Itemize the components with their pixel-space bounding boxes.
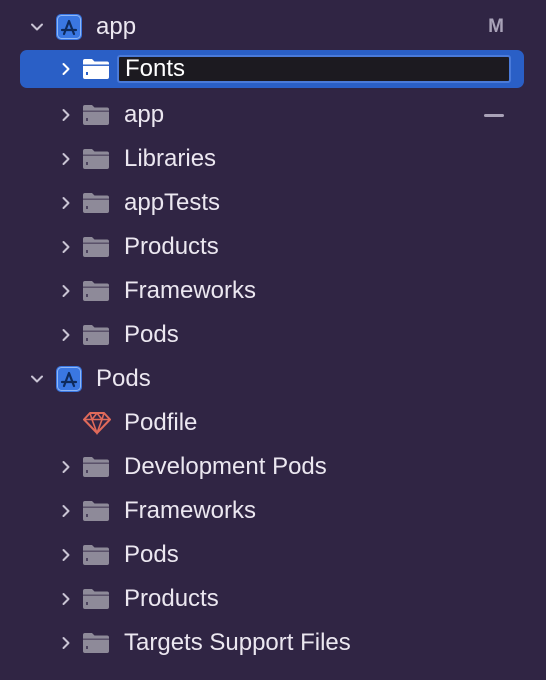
- tree-row-frameworks-group[interactable]: Frameworks: [0, 269, 546, 313]
- chevron-right-icon[interactable]: [55, 58, 77, 80]
- tree-row-label: Products: [124, 585, 219, 612]
- tree-row-label: Frameworks: [124, 497, 257, 524]
- tree-row-libraries-group[interactable]: Libraries: [0, 137, 546, 181]
- tree-row-label: Podfile: [124, 409, 198, 436]
- tree-row-pods-group[interactable]: Pods: [0, 313, 546, 357]
- chevron-right-icon[interactable]: [55, 500, 77, 522]
- tree-row-label: app: [96, 13, 137, 40]
- tree-row-label: Frameworks: [124, 277, 257, 304]
- xcode-project-icon: [54, 14, 84, 40]
- tree-row-label: Targets Support Files: [124, 629, 351, 656]
- folder-icon: [81, 234, 111, 260]
- folder-icon: [81, 102, 111, 128]
- folder-icon: [81, 278, 111, 304]
- tree-row-pods-group[interactable]: Pods: [0, 533, 546, 577]
- chevron-down-icon[interactable]: [26, 16, 48, 38]
- tree-row-label: Pods: [124, 541, 179, 568]
- tree-row-app-project[interactable]: app M: [0, 5, 546, 49]
- tree-row-targets-support-files-group[interactable]: Targets Support Files: [0, 621, 546, 665]
- chevron-right-icon[interactable]: [55, 148, 77, 170]
- tree-row-label: Libraries: [124, 145, 217, 172]
- tree-row-label: app: [124, 101, 165, 128]
- tree-row-label: appTests: [124, 189, 221, 216]
- chevron-right-icon[interactable]: [55, 104, 77, 126]
- tree-row-products-group[interactable]: Products: [0, 225, 546, 269]
- folder-icon: [81, 190, 111, 216]
- tree-row-frameworks-group[interactable]: Frameworks: [0, 489, 546, 533]
- chevron-right-icon[interactable]: [55, 544, 77, 566]
- folder-icon: [81, 630, 111, 656]
- tree-row-pods-project[interactable]: Pods: [0, 357, 546, 401]
- chevron-right-icon[interactable]: [55, 632, 77, 654]
- tree-row-fonts-group[interactable]: [0, 47, 546, 91]
- ruby-gem-icon: [82, 410, 112, 436]
- tree-row-app-group[interactable]: app: [0, 93, 546, 137]
- tree-row-development-pods-group[interactable]: Development Pods: [0, 445, 546, 489]
- folder-icon: [81, 498, 111, 524]
- folder-icon: [81, 586, 111, 612]
- tree-row-apptests-group[interactable]: appTests: [0, 181, 546, 225]
- tree-row-label: Products: [124, 233, 219, 260]
- tree-row-podfile[interactable]: Podfile: [0, 401, 546, 445]
- folder-icon: [81, 542, 111, 568]
- chevron-right-icon[interactable]: [55, 192, 77, 214]
- folder-icon: [81, 322, 111, 348]
- chevron-right-icon[interactable]: [55, 280, 77, 302]
- chevron-right-icon[interactable]: [55, 236, 77, 258]
- folder-icon: [81, 146, 111, 172]
- rename-text-field[interactable]: [117, 55, 511, 83]
- xcode-project-icon: [54, 366, 84, 392]
- source-control-status-dash: [484, 114, 504, 117]
- folder-icon: [81, 454, 111, 480]
- source-control-modified-badge: M: [488, 16, 504, 37]
- tree-row-products-group[interactable]: Products: [0, 577, 546, 621]
- chevron-right-icon[interactable]: [55, 324, 77, 346]
- folder-icon: [81, 56, 111, 82]
- chevron-right-icon[interactable]: [55, 588, 77, 610]
- chevron-right-icon[interactable]: [55, 456, 77, 478]
- tree-row-label: Pods: [124, 321, 179, 348]
- chevron-down-icon[interactable]: [26, 368, 48, 390]
- tree-row-label: Pods: [96, 365, 151, 392]
- tree-row-label: Development Pods: [124, 453, 327, 480]
